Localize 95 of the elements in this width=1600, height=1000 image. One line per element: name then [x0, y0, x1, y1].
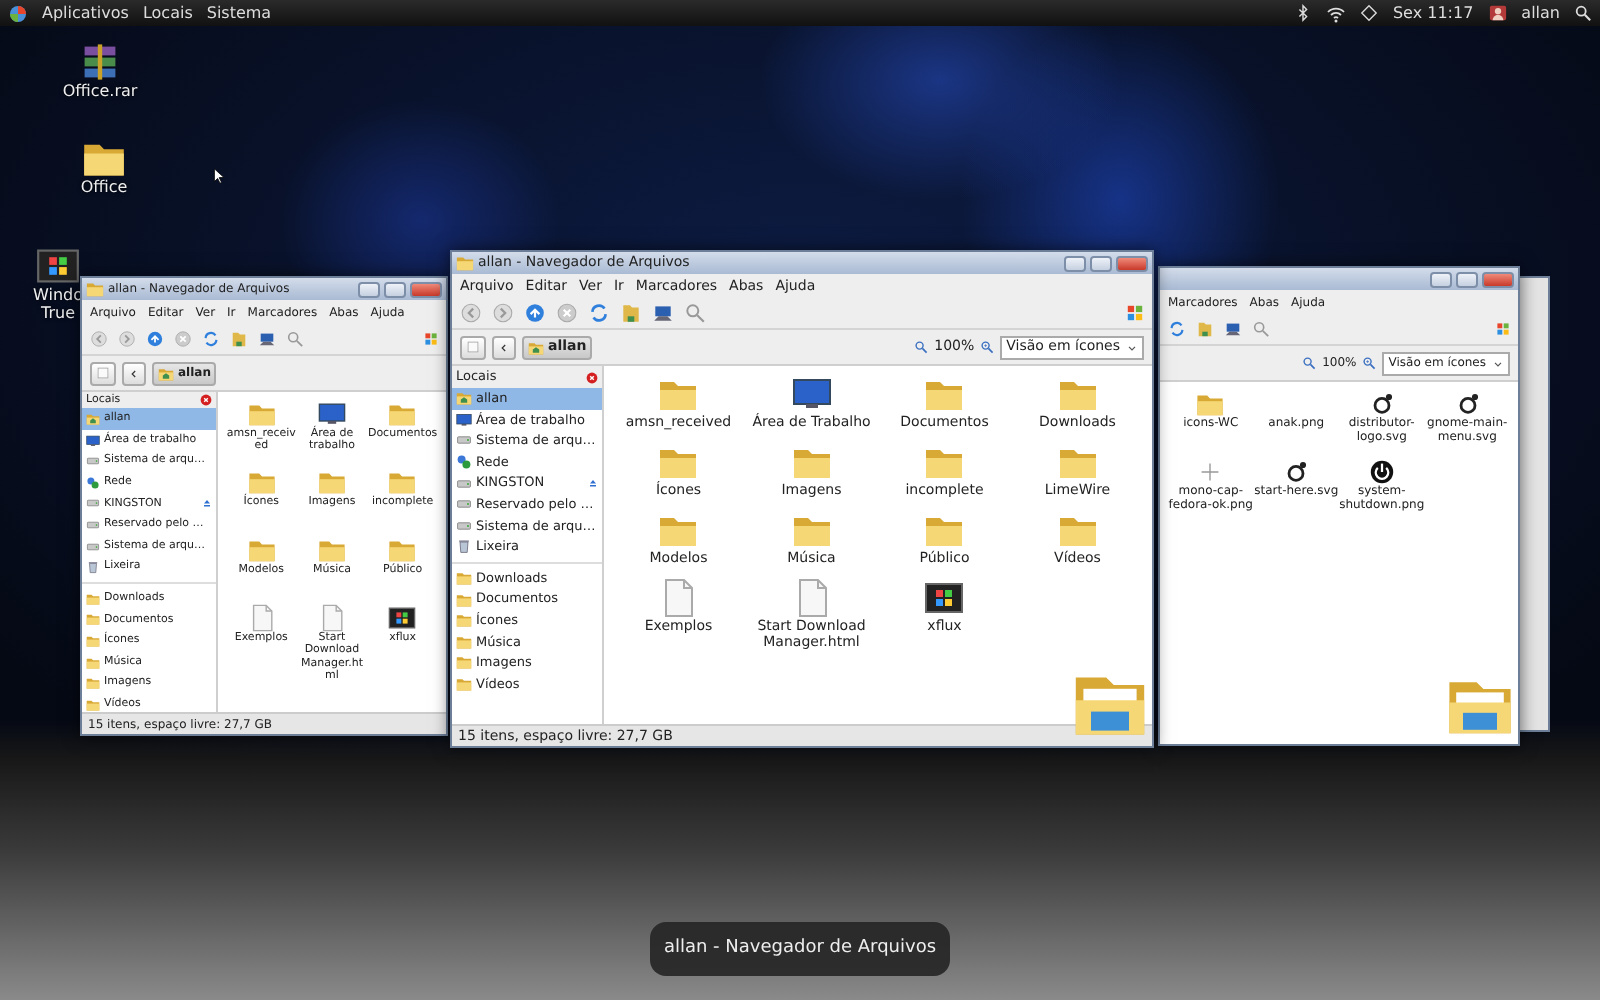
- windows-logo-icon: [1496, 322, 1510, 336]
- minimize-button[interactable]: [1064, 255, 1086, 271]
- distro-logo-icon[interactable]: [8, 3, 28, 23]
- sidebar-toggle-button[interactable]: [90, 361, 116, 385]
- folder-icon: [86, 280, 104, 298]
- home-folder-icon: [86, 412, 100, 427]
- eject-icon[interactable]: [588, 478, 598, 489]
- reload-icon[interactable]: [1168, 320, 1186, 338]
- logo-icon[interactable]: [1282, 458, 1311, 486]
- folder-icon: [456, 254, 474, 272]
- close-button[interactable]: [1116, 255, 1148, 271]
- panel-menu[interactable]: Sistema: [206, 1, 272, 25]
- window-switcher-caption: allan - Navegador de Arquivos: [650, 922, 950, 976]
- windows-logo-icon: [424, 332, 438, 346]
- chevron-left-icon: [498, 341, 510, 353]
- network-icon: [86, 475, 100, 490]
- computer-icon[interactable]: [258, 330, 276, 348]
- folder-icon: [456, 570, 472, 587]
- minimize-button[interactable]: [1430, 271, 1452, 287]
- back-button[interactable]: [122, 361, 146, 385]
- back-button[interactable]: [492, 335, 516, 359]
- folder-icon: [86, 591, 100, 606]
- computer-icon[interactable]: [1224, 320, 1242, 338]
- trash-icon: [86, 560, 100, 575]
- mouse-pointer-icon: [212, 164, 228, 188]
- program-icon[interactable]: [36, 244, 80, 288]
- folder-icon: [86, 655, 100, 670]
- caret-icon: [1126, 341, 1138, 353]
- windows-logo-icon: [1126, 304, 1144, 322]
- program-icon[interactable]: [388, 604, 417, 632]
- home-folder-icon: [456, 390, 472, 407]
- sidebar-icon: [466, 340, 480, 354]
- home-icon[interactable]: [620, 302, 642, 324]
- search-icon[interactable]: [1574, 4, 1592, 22]
- user-name[interactable]: allan: [1521, 1, 1560, 25]
- reload-icon[interactable]: [202, 330, 220, 348]
- power-icon[interactable]: [1367, 458, 1396, 486]
- desktop-icon-label[interactable]: Office.rar: [62, 84, 138, 102]
- network-icon: [456, 454, 472, 471]
- monitor-icon: [86, 433, 100, 448]
- caret-icon: [1492, 357, 1504, 369]
- stop-icon[interactable]: [174, 330, 192, 348]
- chevron-left-icon: [128, 367, 140, 379]
- avatar-icon: [1487, 4, 1508, 22]
- zoom-out-icon[interactable]: [914, 340, 929, 354]
- document-icon[interactable]: [317, 604, 346, 632]
- close-icon[interactable]: [200, 394, 212, 407]
- home-folder-icon: [158, 365, 174, 381]
- forward-icon[interactable]: [118, 330, 136, 348]
- zoom-in-icon[interactable]: [1362, 356, 1377, 370]
- maximize-button[interactable]: [1090, 255, 1112, 271]
- sidebar-icon: [96, 366, 110, 380]
- reload-icon[interactable]: [588, 302, 610, 324]
- close-button[interactable]: [1482, 271, 1514, 287]
- sidebar-toggle-button[interactable]: [460, 335, 486, 359]
- diamond-icon[interactable]: [1360, 4, 1379, 22]
- folder-icon: [456, 654, 472, 671]
- monitor-icon[interactable]: [317, 400, 346, 428]
- folder-icon: [86, 676, 100, 691]
- program-icon[interactable]: [924, 578, 965, 618]
- forward-icon[interactable]: [492, 302, 514, 324]
- folder-icon: [86, 612, 100, 627]
- bluetooth-icon[interactable]: [1294, 4, 1313, 22]
- close-button[interactable]: [410, 281, 442, 297]
- maximize-button[interactable]: [384, 281, 406, 297]
- folder-icon: [456, 591, 472, 608]
- maximize-button[interactable]: [1456, 271, 1478, 287]
- monitor-icon: [456, 411, 472, 428]
- wifi-icon[interactable]: [1326, 3, 1347, 23]
- document-icon[interactable]: [247, 604, 276, 632]
- home-icon[interactable]: [230, 330, 248, 348]
- up-icon[interactable]: [524, 302, 546, 324]
- minimize-button[interactable]: [358, 281, 380, 297]
- folder-icon: [86, 697, 100, 712]
- home-folder-icon: [528, 339, 544, 355]
- folder-icon: [456, 612, 472, 629]
- clock[interactable]: Sex 11:17: [1392, 1, 1474, 25]
- up-icon[interactable]: [146, 330, 164, 348]
- trash-icon: [456, 538, 472, 555]
- desktop-icon-label[interactable]: Office: [80, 180, 128, 198]
- stop-icon[interactable]: [556, 302, 578, 324]
- folder-icon: [456, 676, 472, 693]
- home-icon[interactable]: [1196, 320, 1214, 338]
- back-icon[interactable]: [90, 330, 108, 348]
- folder-icon: [456, 633, 472, 650]
- zoom-in-icon[interactable]: [980, 340, 995, 354]
- eject-icon[interactable]: [202, 498, 212, 509]
- zoom-out-icon[interactable]: [1302, 356, 1317, 370]
- panel-menu[interactable]: Locais: [142, 1, 193, 25]
- panel-menu[interactable]: Aplicativos: [42, 1, 129, 25]
- monitor-icon[interactable]: [791, 374, 832, 414]
- close-icon[interactable]: [586, 371, 598, 383]
- computer-icon[interactable]: [652, 302, 674, 324]
- back-icon[interactable]: [460, 302, 482, 324]
- folder-icon: [86, 633, 100, 648]
